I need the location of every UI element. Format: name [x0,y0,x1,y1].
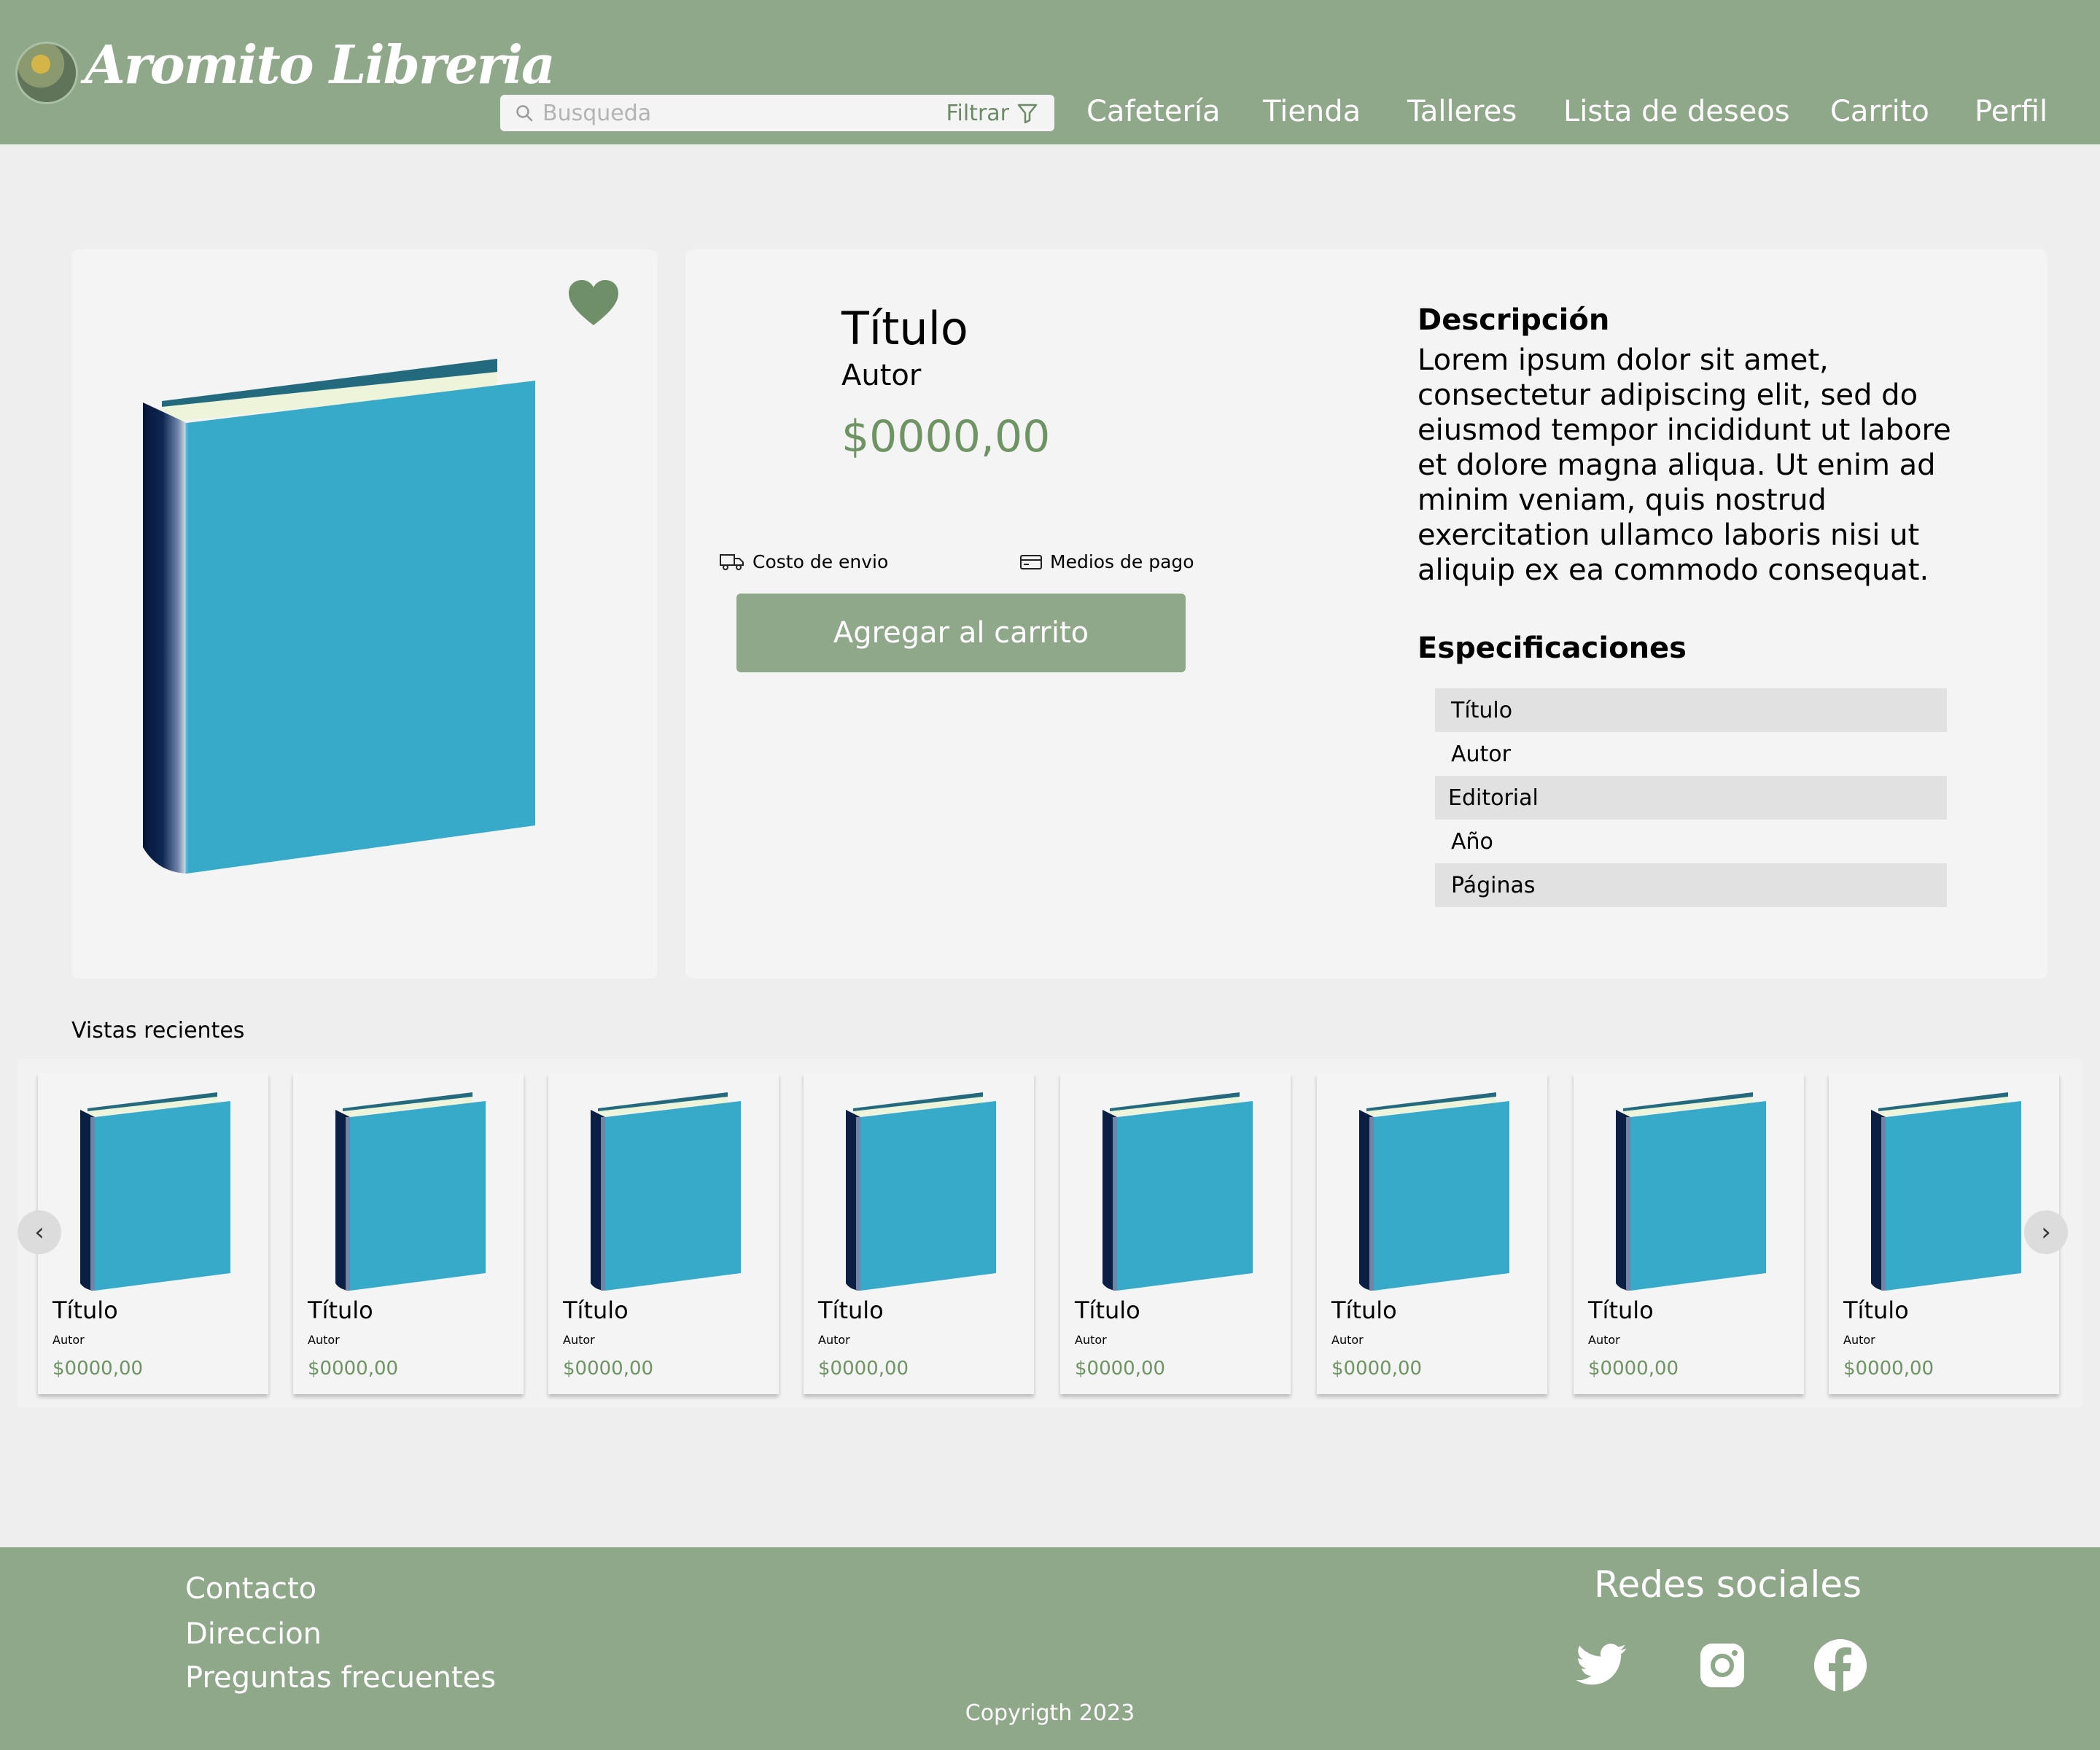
truck-icon [720,553,744,570]
footer-link-direccion[interactable]: Direccion [185,1617,322,1651]
recent-book-price: $0000,00 [308,1358,399,1380]
site-header: Aromito Libreria Filtrar Cafetería Tiend… [0,0,2100,144]
product-title: Título [841,302,968,355]
recent-book-author: Autor [1843,1333,1875,1347]
recent-book-price: $0000,00 [1075,1358,1166,1380]
spec-row-ano: Año [1451,828,1493,855]
recent-book-price: $0000,00 [1331,1358,1423,1380]
nav-tienda[interactable]: Tienda [1263,95,1361,139]
book-cover-image [1102,1092,1253,1291]
spec-row-autor: Autor [1451,741,1511,767]
nav-lista-de-deseos[interactable]: Lista de deseos [1563,95,1790,139]
book-cover-image [1359,1092,1509,1291]
spec-row-editorial: Editorial [1435,776,1947,820]
logo-emblem-icon[interactable] [18,44,76,102]
facebook-icon[interactable] [1813,1638,1868,1693]
shipping-cost-link[interactable]: Costo de envio [719,551,888,572]
book-cover-image [80,1092,230,1291]
recent-book-author: Autor [1331,1333,1364,1347]
recent-book-price: $0000,00 [563,1358,654,1380]
recent-book-title: Título [818,1296,884,1324]
search-bar: Filtrar [500,95,1054,131]
recent-book-title: Título [1331,1296,1397,1324]
recent-book-card[interactable]: Título Autor $0000,00 [293,1073,524,1394]
carousel-next-button[interactable]: › [2024,1210,2068,1254]
recent-book-card[interactable]: Título Autor $0000,00 [548,1073,779,1394]
nav-cafeteria[interactable]: Cafetería [1086,95,1221,139]
product-image-card [71,249,658,979]
recent-book-author: Autor [1588,1333,1620,1347]
payment-methods-link[interactable]: Medios de pago [1019,551,1194,572]
recent-book-price: $0000,00 [1588,1358,1679,1380]
book-cover-image [335,1092,486,1291]
carousel-prev-button[interactable]: ‹ [18,1210,61,1254]
recent-book-title: Título [1075,1296,1140,1324]
recent-book-author: Autor [818,1333,850,1347]
spec-row-titulo: Título [1435,688,1947,732]
credit-card-icon [1020,554,1042,569]
recent-book-author: Autor [563,1333,595,1347]
filter-funnel-icon [1017,104,1038,124]
product-cover-image [143,359,535,874]
recent-book-price: $0000,00 [818,1358,909,1380]
book-cover-image [1871,1092,2021,1291]
recent-book-card[interactable]: Título Autor $0000,00 [38,1073,268,1394]
twitter-icon[interactable] [1575,1638,1630,1693]
search-input[interactable] [535,96,946,130]
footer-link-contacto[interactable]: Contacto [185,1572,316,1606]
brand-logo[interactable]: Aromito Libreria [85,34,556,96]
filter-button[interactable]: Filtrar [946,101,1038,126]
specifications-heading: Especificaciones [1418,631,1687,665]
add-to-cart-button[interactable]: Agregar al carrito [736,594,1186,672]
recent-book-price: $0000,00 [1843,1358,1934,1380]
recent-book-title: Título [52,1296,118,1324]
recent-book-title: Título [308,1296,373,1324]
wishlist-heart-icon[interactable] [567,279,620,328]
recent-book-price: $0000,00 [52,1358,144,1380]
recent-views-heading: Vistas recientes [71,1018,245,1043]
social-heading: Redes sociales [1594,1563,1862,1606]
filter-label: Filtrar [946,100,1009,126]
spec-row-paginas: Páginas [1435,863,1947,907]
recent-book-author: Autor [52,1333,85,1347]
shipping-cost-label: Costo de envio [752,551,889,572]
recent-book-author: Autor [308,1333,340,1347]
book-cover-image [1616,1092,1766,1291]
payment-methods-label: Medios de pago [1050,551,1194,572]
recent-book-title: Título [563,1296,629,1324]
description-heading: Descripción [1418,303,1610,337]
book-cover-image [591,1092,741,1291]
recent-book-card[interactable]: Título Autor $0000,00 [1060,1073,1291,1394]
product-author: Autor [841,359,922,392]
copyright-text: Copyrigth 2023 [965,1700,1135,1726]
recent-book-card[interactable]: Título Autor $0000,00 [1317,1073,1547,1394]
nav-talleres[interactable]: Talleres [1407,95,1517,139]
nav-carrito[interactable]: Carrito [1830,95,1929,139]
product-price: $0000,00 [841,411,1051,462]
recent-book-card[interactable]: Título Autor $0000,00 [804,1073,1034,1394]
recent-book-title: Título [1843,1296,1909,1324]
instagram-icon[interactable] [1695,1638,1750,1693]
recent-book-title: Título [1588,1296,1654,1324]
book-cover-image [846,1092,996,1291]
site-footer: Contacto Direccion Preguntas frecuentes … [0,1547,2100,1750]
search-icon [513,102,535,124]
description-text: Lorem ipsum dolor sit amet, consectetur … [1418,343,1951,587]
recent-book-card[interactable]: Título Autor $0000,00 [1574,1073,1804,1394]
footer-link-preguntas-frecuentes[interactable]: Preguntas frecuentes [185,1661,496,1695]
nav-perfil[interactable]: Perfil [1975,95,2048,139]
product-info-card: Título Autor $0000,00 Costo de envio Med… [685,249,2048,979]
recent-book-author: Autor [1075,1333,1107,1347]
